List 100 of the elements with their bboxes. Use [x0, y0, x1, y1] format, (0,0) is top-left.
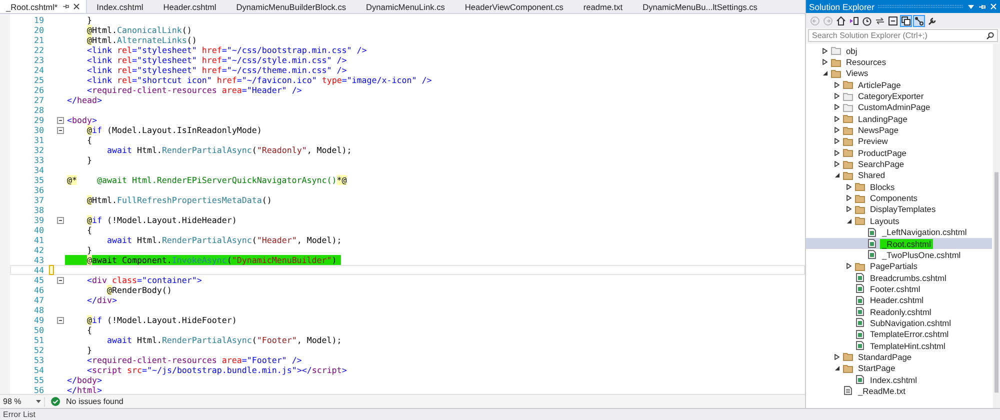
panel-tab[interactable]: Error List: [3, 410, 36, 419]
file-tab[interactable]: Header.cshtml: [153, 0, 226, 13]
file-icon: [855, 318, 865, 328]
collapsed-caret-icon[interactable]: [846, 206, 852, 212]
tree-item[interactable]: Views: [844, 68, 870, 78]
line-number: 27: [33, 95, 44, 105]
file-tab[interactable]: DynamicMenuBu...ltSettings.cs: [632, 0, 768, 13]
sync-arrows-icon[interactable]: [875, 16, 885, 26]
collapsed-caret-icon[interactable]: [846, 263, 852, 270]
clock-icon[interactable]: [862, 16, 872, 26]
code-line: await Html.RenderPartialAsync("Readonly", Model);: [106, 145, 352, 155]
tree-item[interactable]: PagePartials: [868, 261, 920, 272]
home-icon[interactable]: [836, 16, 846, 26]
file-tab[interactable]: _Root.cshtml*: [0, 0, 87, 13]
tree-item[interactable]: obj: [844, 46, 860, 56]
file-icon: [867, 239, 877, 248]
code-line: @Html.FullRefreshPropertiesMetaData(): [86, 195, 272, 205]
show-all-files-icon[interactable]: [901, 16, 911, 26]
status-text: No issues found: [66, 397, 124, 406]
collapsed-caret-icon[interactable]: [834, 354, 840, 360]
file-tab[interactable]: readme.txt: [573, 0, 633, 13]
line-number: 53: [33, 355, 44, 365]
search-field[interactable]: Search Solution Explorer (Ctrl+;): [808, 29, 998, 42]
line-number: 36: [33, 185, 44, 195]
fold-toggle-icon[interactable]: [57, 216, 64, 224]
expanded-caret-icon[interactable]: [822, 70, 828, 76]
tree-item[interactable]: _TwoPlusOne.cshtml: [880, 250, 963, 260]
collapsed-caret-icon[interactable]: [834, 82, 840, 88]
collapsed-caret-icon[interactable]: [822, 59, 828, 66]
tree-item[interactable]: StandardPage: [856, 352, 914, 362]
tree-item[interactable]: LandingPage: [856, 114, 910, 124]
tree-item[interactable]: _Root.cshtml: [880, 238, 933, 249]
tree-item[interactable]: ArticlePage: [856, 80, 903, 90]
search-icon[interactable]: [986, 32, 994, 40]
expanded-caret-icon[interactable]: [834, 365, 840, 372]
tree-item[interactable]: DisplayTemplates: [868, 204, 938, 214]
tree-item[interactable]: ProductPage: [856, 148, 908, 158]
tree-item[interactable]: Header.cshtml: [868, 295, 926, 306]
tree-item[interactable]: CustomAdminPage: [856, 102, 932, 112]
zoom-dropdown[interactable]: 98 %: [0, 396, 45, 406]
tree-item[interactable]: StartPage: [856, 363, 898, 374]
file-icon: [855, 375, 865, 384]
tree-item[interactable]: CategoryExporter: [856, 91, 926, 102]
tree-item[interactable]: Readonly.cshtml: [868, 306, 934, 317]
file-tab[interactable]: DynamicMenuLink.cs: [356, 0, 455, 13]
dropdown-icon[interactable]: [968, 4, 974, 8]
line-number: 54: [33, 365, 44, 375]
line-number: 22: [33, 45, 44, 55]
close-icon[interactable]: [72, 3, 80, 10]
tree-item[interactable]: Components: [868, 193, 920, 204]
collapsed-caret-icon[interactable]: [846, 184, 852, 190]
fold-toggle-icon[interactable]: [57, 116, 64, 124]
tree-item[interactable]: TemplateError.cshtml: [868, 329, 951, 340]
fold-toggle-icon[interactable]: [57, 316, 64, 324]
tree-item[interactable]: Index.cshtml: [868, 374, 920, 385]
tree-item[interactable]: NewsPage: [856, 125, 901, 136]
code-line: @if (Model.Layout.IsInReadonlyMode): [86, 125, 262, 135]
fold-toggle-icon[interactable]: [57, 126, 64, 134]
tree-item[interactable]: Breadcrumbs.cshtml: [868, 272, 948, 283]
tree-item[interactable]: SubNavigation.cshtml: [868, 318, 953, 328]
code-line: @if (!Model.Layout.HideFooter): [86, 315, 237, 325]
collapsed-caret-icon[interactable]: [846, 195, 852, 202]
file-tab[interactable]: DynamicMenuBuilderBlock.cs: [226, 0, 356, 13]
collapsed-caret-icon[interactable]: [834, 138, 840, 144]
tree-item[interactable]: Footer.cshtml: [868, 284, 922, 294]
line-number: 35: [33, 175, 44, 185]
collapsed-caret-icon[interactable]: [834, 127, 840, 134]
collapsed-caret-icon[interactable]: [834, 161, 840, 168]
collapsed-caret-icon[interactable]: [822, 48, 828, 54]
tree-item[interactable]: _LeftNavigation.cshtml: [880, 227, 969, 238]
tree-item[interactable]: TemplateHint.cshtml: [868, 340, 948, 351]
code-line: <link rel="shortcut icon" href="~/favicon.ico" type="image/x-icon" />: [86, 75, 432, 85]
selected-tree-row[interactable]: _Root.cshtml: [806, 238, 992, 250]
switch-views-icon[interactable]: [849, 16, 859, 26]
tree-item[interactable]: _ReadMe.txt: [856, 386, 908, 396]
code-line: </head>: [66, 95, 102, 105]
preview-toggle-icon[interactable]: [914, 16, 924, 26]
code-line: @RenderBody(): [106, 285, 172, 295]
file-tab[interactable]: Index.cshtml: [86, 0, 154, 13]
wrench-icon[interactable]: [927, 16, 937, 26]
tree-item[interactable]: Layouts: [868, 216, 902, 226]
scrollbar-drawing[interactable]: [993, 44, 1000, 408]
tree-item[interactable]: Shared: [856, 170, 888, 180]
line-number: 52: [33, 345, 44, 355]
collapsed-caret-icon[interactable]: [834, 93, 840, 100]
expanded-caret-icon[interactable]: [834, 172, 840, 178]
collapse-all-icon[interactable]: [888, 16, 898, 26]
expanded-caret-icon[interactable]: [846, 218, 852, 224]
line-number: 40: [33, 225, 44, 235]
file-tab[interactable]: HeaderViewComponent.cs: [454, 0, 574, 13]
pin-icon[interactable]: [62, 3, 69, 10]
tree-item[interactable]: SearchPage: [856, 159, 906, 170]
collapsed-caret-icon[interactable]: [834, 150, 840, 156]
line-number: 19: [33, 15, 44, 25]
tree-item[interactable]: Blocks: [868, 182, 897, 192]
collapsed-caret-icon[interactable]: [834, 116, 840, 122]
tree-item[interactable]: Resources: [844, 57, 888, 68]
collapsed-caret-icon[interactable]: [834, 104, 840, 110]
tree-item[interactable]: Preview: [856, 136, 890, 146]
fold-toggle-icon[interactable]: [57, 276, 64, 284]
